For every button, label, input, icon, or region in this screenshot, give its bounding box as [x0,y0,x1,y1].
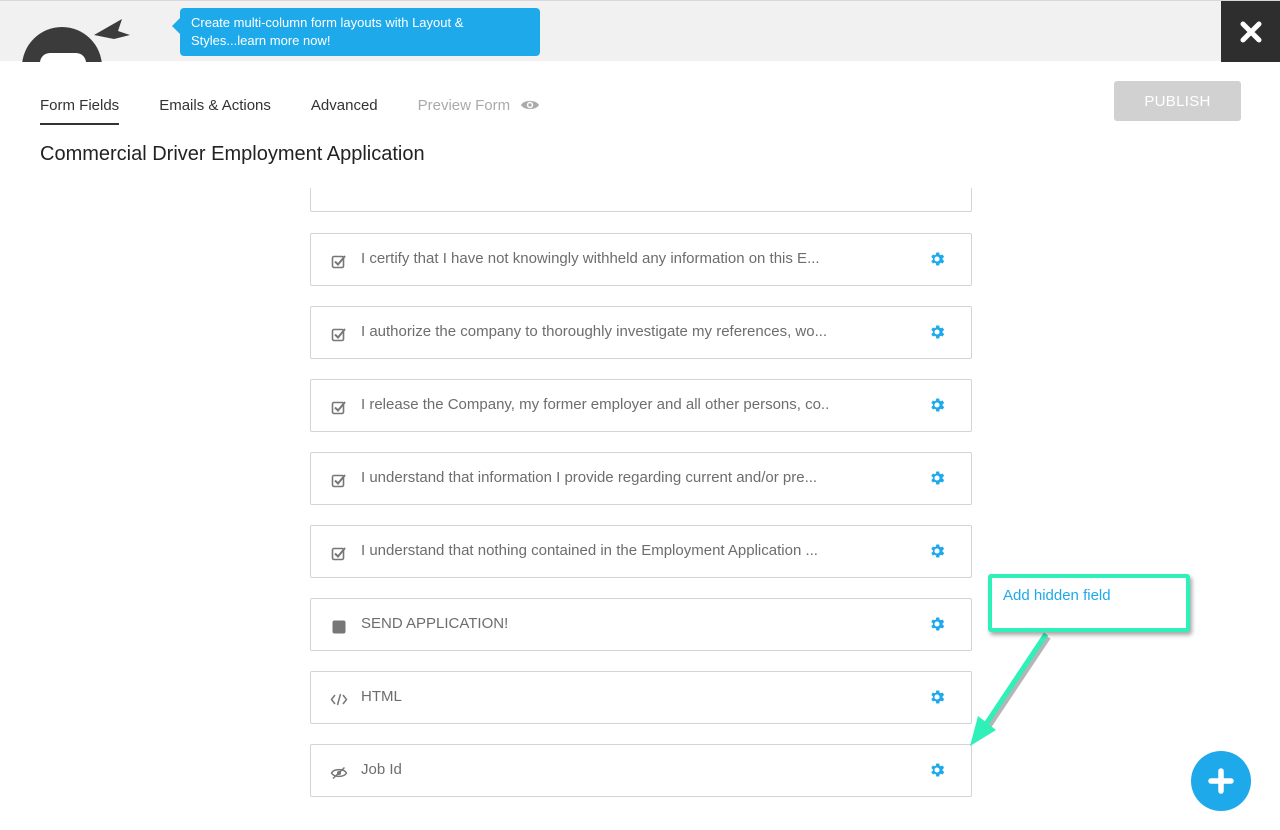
submit-square-icon [330,617,348,635]
annotation-callout: Add hidden field [988,574,1190,632]
code-icon [330,690,348,708]
close-x-icon [1240,21,1261,42]
form-field-hidden[interactable]: Job Id [310,744,972,797]
gear-icon[interactable] [928,469,946,487]
gear-icon[interactable] [928,323,946,341]
field-label: HTML [361,688,402,705]
field-label: I understand that information I provide … [361,469,818,486]
tab-label: Advanced [310,97,378,114]
form-field-checkbox[interactable]: I authorize the company to thoroughly in… [310,306,972,359]
form-field-checkbox[interactable]: I release the Company, my former employe… [310,379,972,432]
gear-icon[interactable] [928,615,946,633]
checkbox-icon [330,398,348,416]
field-label: Job Id [361,761,402,778]
gear-icon[interactable] [928,396,946,414]
eye-icon [521,100,540,110]
tab-emails-actions[interactable]: Emails & Actions [159,97,271,125]
tab-preview-form[interactable]: Preview Form [418,97,541,125]
form-field-checkbox[interactable]: I understand that information I provide … [310,452,972,505]
ninja-logo [14,9,144,62]
callout-text: Add hidden field [1003,587,1111,604]
tab-label: Preview Form [417,97,511,114]
form-fields-list: I certify that I have not knowingly with… [300,188,990,830]
checkbox-icon [330,252,348,270]
checkbox-icon [330,325,348,343]
form-field-html[interactable]: HTML [310,671,972,724]
form-field-checkbox[interactable]: I understand that nothing contained in t… [310,525,972,578]
form-field-partial[interactable] [310,188,972,212]
hidden-eye-icon [330,763,348,781]
publish-label: PUBLISH [1144,92,1211,110]
form-title: Commercial Driver Employment Application [40,143,425,165]
gear-icon[interactable] [928,688,946,706]
top-bar: Create multi-column form layouts with La… [0,0,1280,62]
gear-icon[interactable] [928,542,946,560]
form-field-submit[interactable]: SEND APPLICATION! [310,598,972,651]
promo-tooltip[interactable]: Create multi-column form layouts with La… [172,8,540,56]
checkbox-icon [330,471,348,489]
promo-text: Create multi-column form layouts with La… [191,15,464,48]
field-label: I release the Company, my former employe… [361,396,830,413]
gear-icon[interactable] [928,250,946,268]
tab-advanced[interactable]: Advanced [311,97,378,125]
add-field-button[interactable] [1191,751,1251,811]
annotation-arrow [970,632,1051,746]
field-label: I certify that I have not knowingly with… [361,250,820,267]
plus-icon [1208,768,1234,794]
gear-icon[interactable] [928,761,946,779]
field-label: SEND APPLICATION! [361,615,509,632]
tab-label: Emails & Actions [159,97,271,114]
builder-tabs: Form Fields Emails & Actions Advanced Pr… [40,97,580,125]
field-label: I understand that nothing contained in t… [361,542,818,559]
tab-label: Form Fields [40,97,120,114]
publish-button[interactable]: PUBLISH [1114,81,1241,121]
close-button[interactable] [1221,1,1280,62]
checkbox-icon [330,544,348,562]
tab-form-fields[interactable]: Form Fields [40,97,120,125]
form-field-checkbox[interactable]: I certify that I have not knowingly with… [310,233,972,286]
field-label: I authorize the company to thoroughly in… [361,323,828,340]
